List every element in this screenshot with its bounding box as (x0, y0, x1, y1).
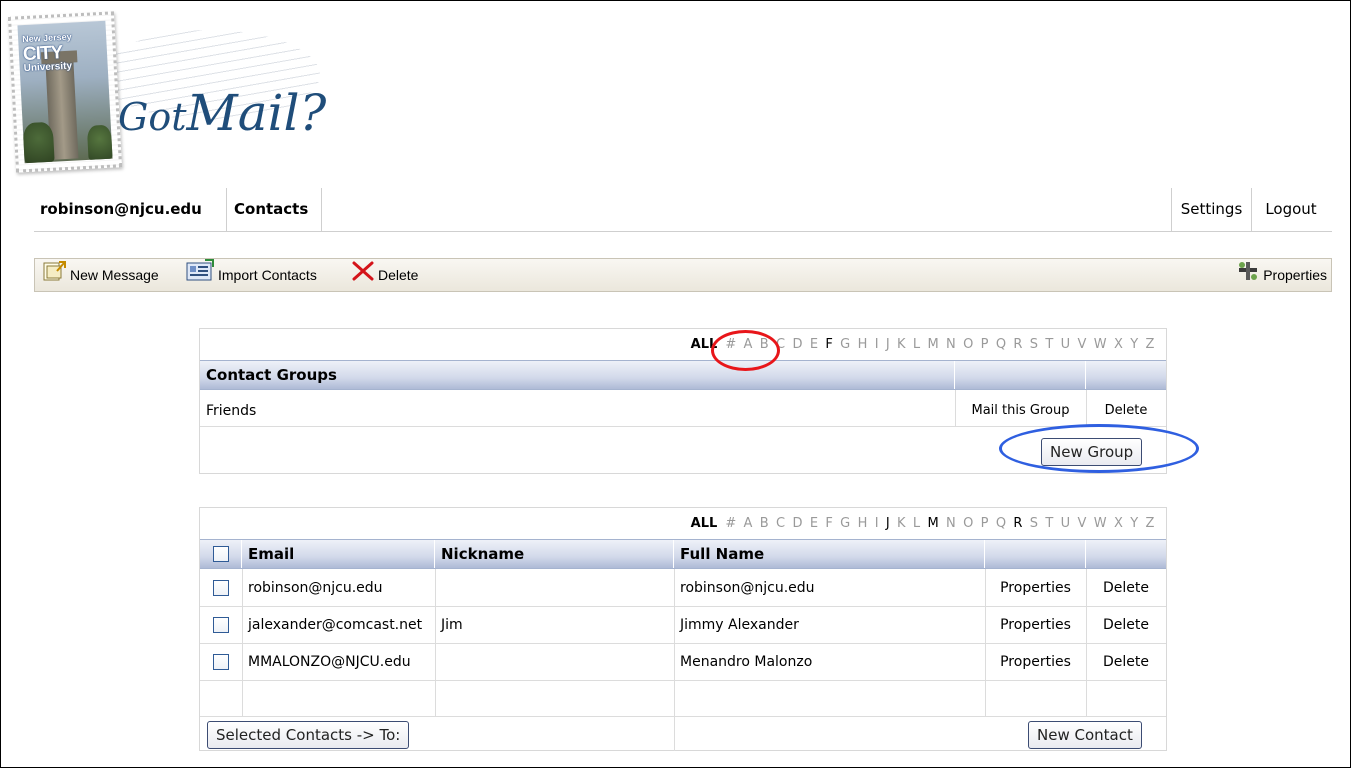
contact-full-name: Menandro Malonzo (680, 654, 813, 670)
row-checkbox[interactable] (213, 580, 229, 596)
stamp-tree (22, 121, 55, 164)
row-checkbox[interactable] (213, 617, 229, 633)
contact-groups-panel: ALL # A B C D E F G H I J K L M N O P Q R… (199, 328, 1167, 474)
properties-tools-icon (1236, 260, 1260, 293)
app-logo-title: GotMail? (118, 88, 326, 138)
groups-header-blank (1086, 361, 1166, 389)
contact-nickname: Jim (441, 617, 463, 633)
divider (200, 716, 1166, 717)
column-blank (1086, 540, 1166, 568)
contact-email[interactable]: jalexander@comcast.net (248, 607, 422, 643)
new-message-button[interactable]: New Message (41, 259, 159, 291)
mail-this-group-link[interactable]: Mail this Group (955, 393, 1086, 429)
new-message-label: New Message (70, 267, 159, 283)
alphabet-filter-contacts: ALL # A B C D E F G H I J K L M N O P Q R… (691, 516, 1156, 531)
nav-contacts[interactable]: Contacts (226, 188, 322, 231)
selected-contacts-to-button[interactable]: Selected Contacts -> To: (207, 721, 410, 749)
groups-header-row: Contact Groups (200, 360, 1166, 390)
import-contacts-icon (185, 259, 215, 294)
account-email[interactable]: robinson@njcu.edu (34, 188, 218, 231)
logo-title-got: Got (118, 95, 187, 139)
alphabet-letters-groups[interactable]: # A B C D E F G H I J K L M N O P Q R S … (725, 337, 1156, 352)
contact-full-name: robinson@njcu.edu (680, 580, 815, 596)
nav-logout[interactable]: Logout (1250, 188, 1332, 231)
contact-full-name: Jimmy Alexander (680, 617, 799, 633)
column-nickname[interactable]: Nickname (435, 540, 674, 568)
alphabet-letters-contacts[interactable]: # A B C D E F G H I J K L M N O P Q R S … (725, 516, 1156, 531)
filter-all-groups[interactable]: ALL (691, 337, 718, 352)
alphabet-filter-groups: ALL # A B C D E F G H I J K L M N O P Q R… (691, 337, 1156, 352)
contact-properties-link[interactable]: Properties (985, 644, 1086, 680)
delete-button[interactable]: Delete (351, 259, 418, 291)
new-group-button[interactable]: New Group (1041, 438, 1143, 466)
contact-properties-link[interactable]: Properties (985, 607, 1086, 643)
new-contact-button[interactable]: New Contact (1028, 721, 1142, 749)
contacts-header-row: Email Nickname Full Name (200, 539, 1166, 569)
groups-header-blank (955, 361, 1086, 389)
row-checkbox[interactable] (213, 654, 229, 670)
contacts-panel: ALL # A B C D E F G H I J K L M N O P Q R… (199, 507, 1167, 751)
divider (674, 569, 675, 751)
toolbar: New Message Import Contacts Delete Prope… (34, 258, 1332, 292)
group-name-friends[interactable]: Friends (206, 393, 256, 429)
import-contacts-label: Import Contacts (218, 267, 317, 284)
column-email[interactable]: Email (242, 540, 435, 568)
contact-email[interactable]: MMALONZO@NJCU.edu (248, 644, 411, 680)
logo-title-mail: Mail? (186, 84, 327, 142)
filter-all-contacts[interactable]: ALL (691, 516, 718, 531)
select-all-checkbox[interactable] (213, 546, 229, 562)
top-navigation: robinson@njcu.edu Contacts Settings Logo… (34, 188, 1332, 232)
stamp-tree (86, 124, 113, 160)
university-stamp-logo: New Jersey CITY University (7, 11, 123, 173)
delete-label: Delete (378, 267, 419, 283)
contact-delete-link[interactable]: Delete (1086, 570, 1166, 606)
groups-header-title: Contact Groups (200, 361, 955, 389)
properties-label: Properties (1263, 267, 1327, 283)
properties-button[interactable]: Properties (1236, 259, 1327, 291)
column-blank (985, 540, 1086, 568)
import-contacts-button[interactable]: Import Contacts (185, 259, 317, 291)
delete-group-link[interactable]: Delete (1086, 393, 1166, 429)
contact-email[interactable]: robinson@njcu.edu (248, 570, 383, 606)
nav-settings[interactable]: Settings (1171, 188, 1252, 231)
new-message-icon (41, 260, 67, 293)
divider (200, 680, 1166, 681)
contact-delete-link[interactable]: Delete (1086, 644, 1166, 680)
contact-delete-link[interactable]: Delete (1086, 607, 1166, 643)
contact-properties-link[interactable]: Properties (985, 570, 1086, 606)
delete-x-icon (351, 260, 375, 293)
column-full-name[interactable]: Full Name (674, 540, 985, 568)
